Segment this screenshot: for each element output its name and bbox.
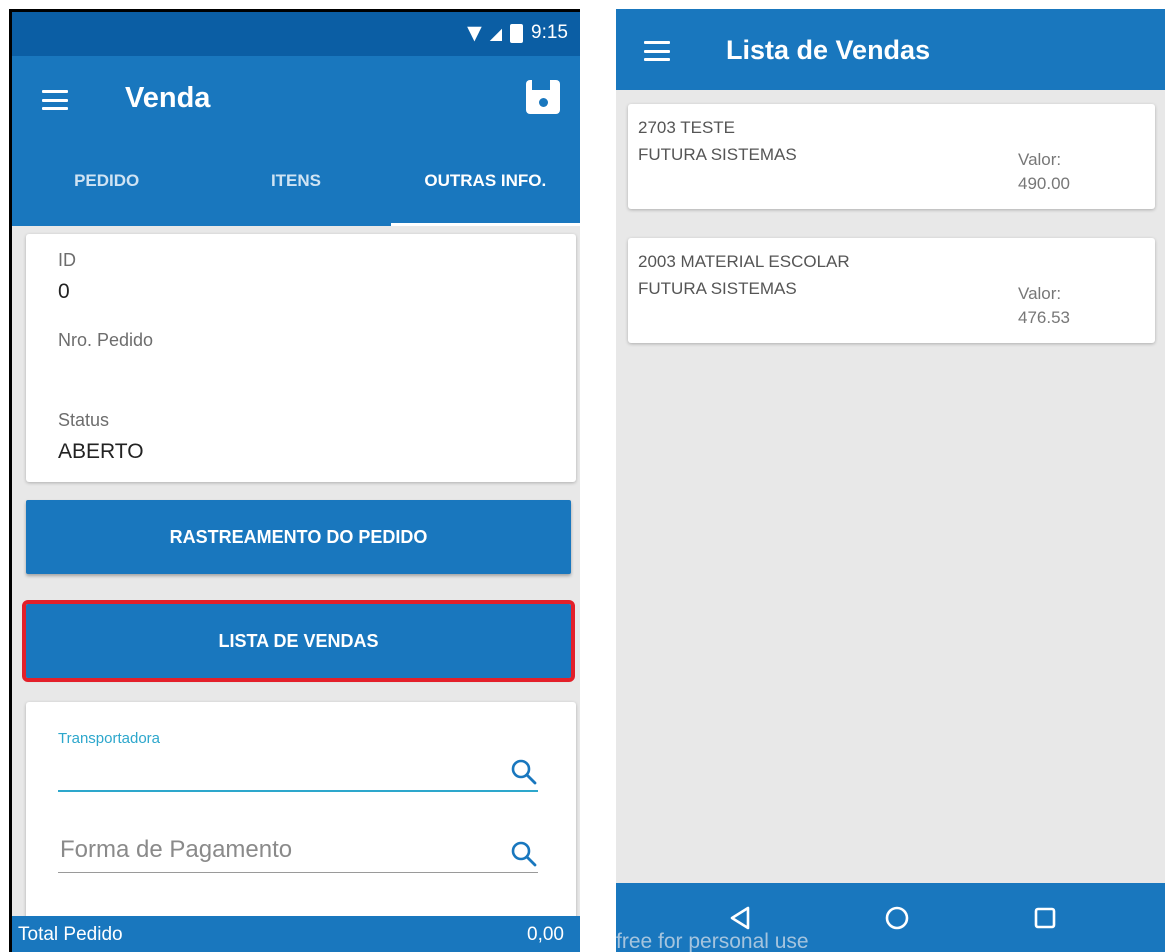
save-icon[interactable] xyxy=(526,80,560,114)
total-label: Total Pedido xyxy=(18,924,123,945)
forma-pagamento-underline xyxy=(58,872,538,873)
page-title: Venda xyxy=(125,82,211,114)
battery-icon xyxy=(510,23,524,43)
app-bar: Venda xyxy=(12,56,580,136)
status-value: ABERTO xyxy=(58,440,144,463)
total-footer: Total Pedido 0,00 xyxy=(12,916,580,952)
total-value: 0,00 xyxy=(527,924,564,945)
transportadora-input[interactable] xyxy=(58,752,538,792)
rastreamento-button[interactable]: RASTREAMENTO DO PEDIDO xyxy=(26,500,571,574)
transportadora-underline xyxy=(58,790,538,792)
search-icon[interactable] xyxy=(510,758,538,786)
menu-icon[interactable] xyxy=(42,90,68,110)
wifi-icon: ▼ xyxy=(467,22,482,44)
id-value: 0 xyxy=(58,280,70,303)
sale-valor-label: Valor: xyxy=(1018,150,1062,169)
status-time: 9:15 xyxy=(531,22,568,43)
system-nav-bar: free for personal use xyxy=(616,883,1165,952)
forma-pagamento-input[interactable]: Forma de Pagamento xyxy=(60,836,292,864)
signal-icon: ◢ xyxy=(489,23,503,43)
home-icon[interactable] xyxy=(884,905,910,931)
id-label: ID xyxy=(58,250,76,270)
recents-icon[interactable] xyxy=(1034,907,1056,929)
sale-valor-label: Valor: xyxy=(1018,284,1062,303)
menu-icon[interactable] xyxy=(644,41,670,61)
watermark: free for personal use xyxy=(616,930,809,952)
tab-bar: PEDIDO ITENS OUTRAS INFO. xyxy=(12,136,580,226)
lista-de-vendas-button[interactable]: LISTA DE VENDAS xyxy=(22,600,575,682)
shipping-payment-card: Transportadora Forma de Pagamento xyxy=(26,702,576,952)
venda-screen: ▼ ◢ 9:15 Venda PEDIDO ITENS OUTRAS INFO.… xyxy=(9,9,580,952)
transportadora-label: Transportadora xyxy=(58,730,160,747)
sale-card[interactable]: 2003 MATERIAL ESCOLAR FUTURA SISTEMAS Va… xyxy=(628,238,1155,343)
app-bar: Lista de Vendas xyxy=(616,9,1165,90)
sale-valor: 476.53 xyxy=(1018,308,1070,327)
tab-pedido[interactable]: PEDIDO xyxy=(12,136,201,226)
status-bar: ▼ ◢ 9:15 xyxy=(12,12,580,56)
sale-name: 2703 TESTE xyxy=(638,118,736,137)
sale-client: FUTURA SISTEMAS xyxy=(638,279,797,298)
search-icon[interactable] xyxy=(510,840,538,868)
back-icon[interactable] xyxy=(728,905,752,931)
sale-name: 2003 MATERIAL ESCOLAR xyxy=(638,252,850,271)
sale-valor: 490.00 xyxy=(1018,174,1070,193)
tab-outras-info[interactable]: OUTRAS INFO. xyxy=(390,136,580,226)
page-title: Lista de Vendas xyxy=(726,35,931,65)
nro-pedido-label: Nro. Pedido xyxy=(58,330,154,350)
status-label: Status xyxy=(58,410,110,430)
sale-card[interactable]: 2703 TESTE FUTURA SISTEMAS Valor: 490.00 xyxy=(628,104,1155,209)
lista-vendas-screen: Lista de Vendas 2703 TESTE FUTURA SISTEM… xyxy=(616,9,1165,952)
sale-client: FUTURA SISTEMAS xyxy=(638,145,797,164)
order-info-card: ID 0 Nro. Pedido Status ABERTO xyxy=(26,234,576,482)
tab-itens[interactable]: ITENS xyxy=(201,136,390,226)
